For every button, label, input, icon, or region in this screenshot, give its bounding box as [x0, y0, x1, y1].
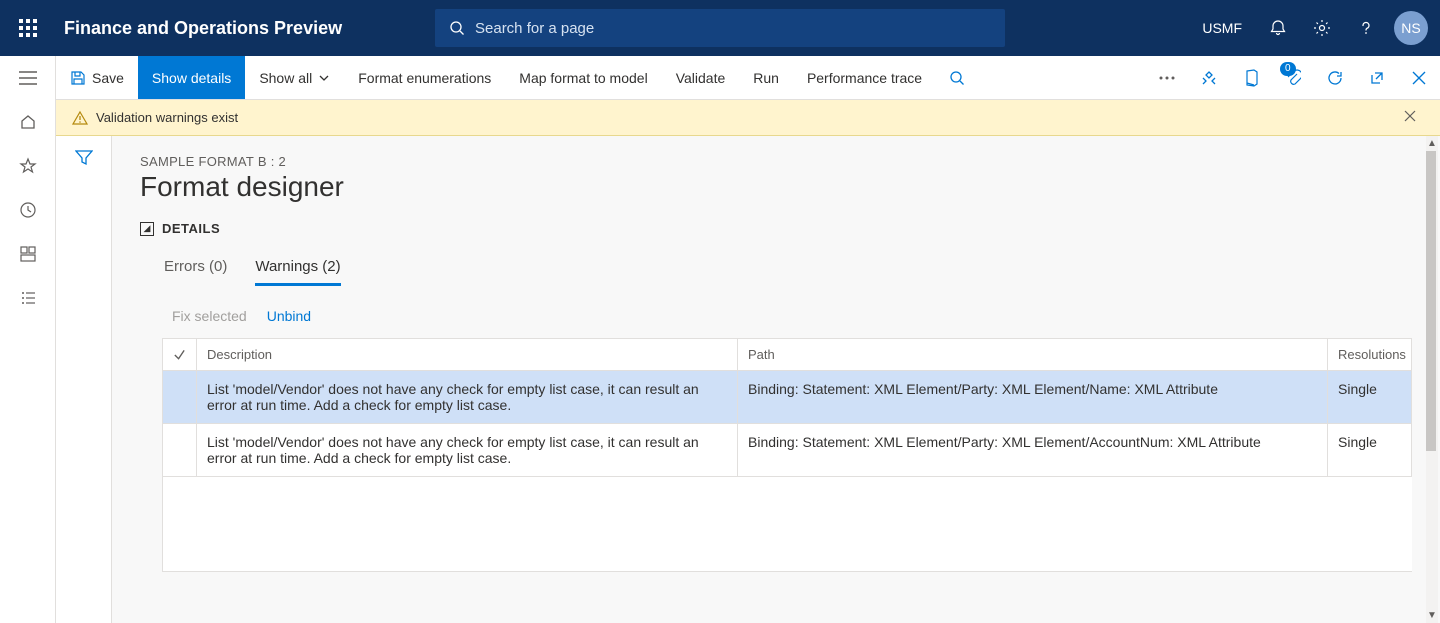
filter-icon[interactable]: [75, 150, 93, 623]
select-all-checkbox[interactable]: [163, 339, 197, 371]
top-bar: Finance and Operations Preview USMF NS: [0, 0, 1440, 56]
cell-resolutions: Single: [1328, 424, 1412, 477]
tabs: Errors (0) Warnings (2): [140, 258, 1412, 286]
row-checkbox[interactable]: [163, 371, 197, 424]
options-icon[interactable]: [1188, 56, 1230, 100]
scroll-down-icon[interactable]: ▼: [1427, 608, 1437, 623]
tab-warnings[interactable]: Warnings (2): [255, 258, 340, 286]
vertical-scrollbar[interactable]: ▲ ▼: [1426, 136, 1438, 623]
breadcrumb: SAMPLE FORMAT B : 2: [140, 154, 1412, 169]
cell-path: Binding: Statement: XML Element/Party: X…: [738, 424, 1328, 477]
grid-header: Description Path Resolutions: [163, 339, 1412, 371]
search-input[interactable]: [475, 20, 991, 37]
settings-icon[interactable]: [1300, 0, 1344, 56]
scroll-up-icon[interactable]: ▲: [1427, 136, 1437, 151]
warning-banner: Validation warnings exist: [56, 100, 1440, 136]
search-icon: [449, 20, 465, 36]
app-title: Finance and Operations Preview: [64, 18, 342, 39]
save-button[interactable]: Save: [56, 56, 138, 99]
attachments-icon[interactable]: 0: [1272, 56, 1314, 100]
performance-trace-button[interactable]: Performance trace: [793, 56, 936, 99]
banner-message: Validation warnings exist: [96, 110, 238, 125]
app-launcher-icon[interactable]: [0, 0, 56, 56]
cell-description: List 'model/Vendor' does not have any ch…: [197, 424, 738, 477]
show-all-button[interactable]: Show all: [245, 56, 344, 99]
office-icon[interactable]: [1230, 56, 1272, 100]
format-enumerations-button[interactable]: Format enumerations: [344, 56, 505, 99]
col-description[interactable]: Description: [197, 339, 738, 371]
more-actions-icon[interactable]: [1146, 56, 1188, 100]
cell-description: List 'model/Vendor' does not have any ch…: [197, 371, 738, 424]
recent-icon[interactable]: [0, 188, 56, 232]
search-box[interactable]: [435, 9, 1005, 47]
action-bar: Save Show details Show all Format enumer…: [56, 56, 1440, 100]
nav-hamburger-icon[interactable]: [0, 56, 56, 100]
table-row[interactable]: List 'model/Vendor' does not have any ch…: [163, 371, 1412, 424]
tab-errors[interactable]: Errors (0): [164, 258, 227, 286]
unbind-button[interactable]: Unbind: [267, 308, 311, 324]
notifications-icon[interactable]: [1256, 0, 1300, 56]
banner-close-icon[interactable]: [1404, 110, 1424, 125]
attachments-badge: 0: [1280, 62, 1296, 76]
find-icon[interactable]: [936, 56, 978, 100]
warning-icon: [72, 110, 88, 126]
page-title: Format designer: [140, 171, 1412, 203]
page-content: SAMPLE FORMAT B : 2 Format designer ◢ DE…: [112, 136, 1440, 623]
fix-selected-button: Fix selected: [172, 308, 247, 324]
warnings-grid: Description Path Resolutions List 'model…: [162, 338, 1412, 572]
table-row[interactable]: List 'model/Vendor' does not have any ch…: [163, 424, 1412, 477]
popout-icon[interactable]: [1356, 56, 1398, 100]
home-icon[interactable]: [0, 100, 56, 144]
chevron-down-icon: [318, 72, 330, 84]
refresh-icon[interactable]: [1314, 56, 1356, 100]
cell-path: Binding: Statement: XML Element/Party: X…: [738, 371, 1328, 424]
workspaces-icon[interactable]: [0, 232, 56, 276]
col-resolutions[interactable]: Resolutions: [1328, 339, 1412, 371]
save-label: Save: [92, 70, 124, 86]
map-format-button[interactable]: Map format to model: [505, 56, 661, 99]
collapse-triangle-icon: ◢: [140, 222, 154, 236]
left-nav-rail: [0, 56, 56, 623]
row-checkbox[interactable]: [163, 424, 197, 477]
scroll-thumb[interactable]: [1426, 151, 1436, 451]
run-button[interactable]: Run: [739, 56, 793, 99]
col-path[interactable]: Path: [738, 339, 1328, 371]
favorites-icon[interactable]: [0, 144, 56, 188]
filter-rail: [56, 136, 112, 623]
cell-resolutions: Single: [1328, 371, 1412, 424]
close-icon[interactable]: [1398, 56, 1440, 100]
details-label: DETAILS: [162, 221, 220, 236]
company-code[interactable]: USMF: [1188, 20, 1256, 36]
grid-actions: Fix selected Unbind: [140, 308, 1412, 324]
help-icon[interactable]: [1344, 0, 1388, 56]
modules-icon[interactable]: [0, 276, 56, 320]
validate-button[interactable]: Validate: [662, 56, 740, 99]
user-avatar[interactable]: NS: [1394, 11, 1428, 45]
show-details-button[interactable]: Show details: [138, 56, 245, 99]
details-toggle[interactable]: ◢ DETAILS: [140, 221, 1412, 236]
